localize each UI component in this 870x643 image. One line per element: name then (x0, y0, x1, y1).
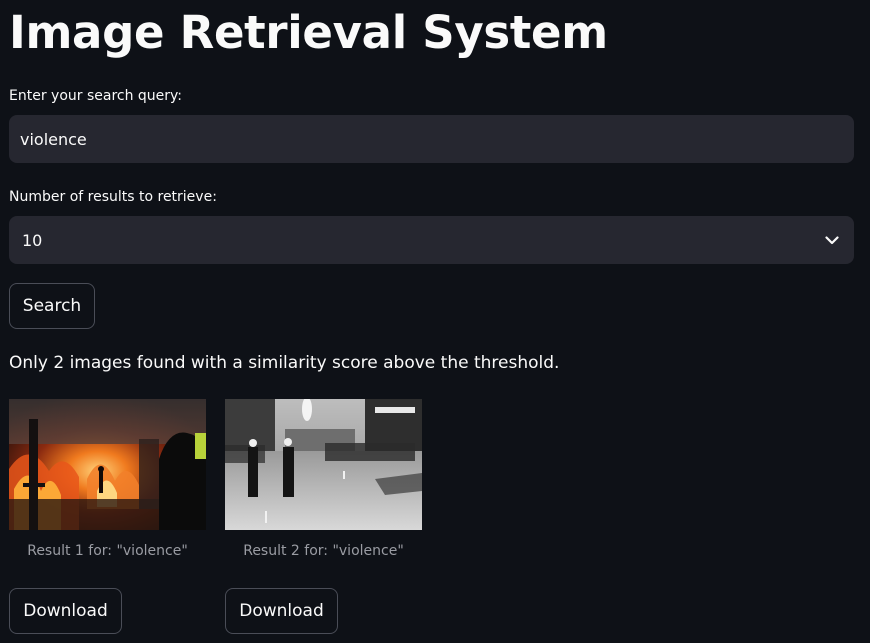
chevron-down-icon (824, 232, 840, 248)
result-image-2 (225, 399, 422, 530)
query-label: Enter your search query: (9, 88, 183, 104)
download-button-1[interactable]: Download (9, 588, 122, 634)
search-button[interactable]: Search (9, 283, 95, 329)
result-image-1 (9, 399, 206, 530)
result-caption-2: Result 2 for: "violence" (243, 543, 404, 559)
num-results-label: Number of results to retrieve: (9, 189, 217, 205)
search-query-input[interactable] (9, 115, 854, 163)
download-button-2[interactable]: Download (225, 588, 338, 634)
result-caption-1: Result 1 for: "violence" (27, 543, 188, 559)
app-root: Image Retrieval System Enter your search… (0, 0, 870, 643)
page-title: Image Retrieval System (9, 6, 608, 59)
num-results-selected-value: 10 (22, 230, 43, 250)
num-results-select[interactable]: 10 (9, 216, 854, 264)
status-message: Only 2 images found with a similarity sc… (9, 353, 560, 373)
